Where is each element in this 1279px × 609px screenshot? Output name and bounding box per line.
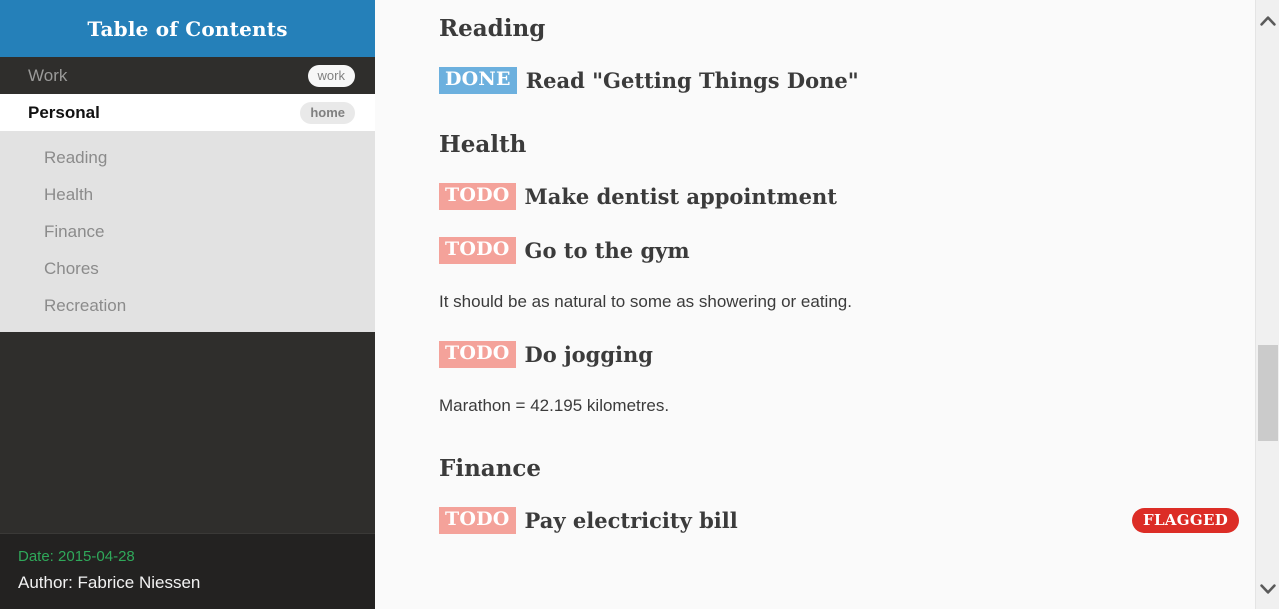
sidebar-item-chores-label: Chores — [44, 258, 99, 278]
toc-sublist: Reading Health Finance Chores Recreation — [0, 131, 375, 332]
scrollbar-track[interactable] — [1256, 30, 1279, 579]
footer-date: Date: 2015-04-28 — [18, 548, 135, 565]
sidebar-item-health[interactable]: Health — [0, 176, 375, 213]
task-item[interactable]: TODO Go to the gym — [439, 237, 1239, 265]
sidebar-item-chores[interactable]: Chores — [0, 250, 375, 287]
sidebar: Table of Contents Work work Personal hom… — [0, 0, 375, 609]
scrollbar-thumb[interactable] — [1258, 345, 1278, 441]
sidebar-item-health-label: Health — [44, 184, 94, 204]
vertical-scrollbar[interactable] — [1255, 0, 1279, 609]
task-keyword-todo[interactable]: TODO — [439, 507, 516, 534]
task-item[interactable]: TODO Do jogging — [439, 341, 1239, 368]
toc-title: Table of Contents — [87, 16, 288, 41]
document-content: Reading DONE Read "Getting Things Done" … — [375, 0, 1279, 609]
sidebar-item-reading-label: Reading — [44, 147, 108, 167]
app-root: Table of Contents Work work Personal hom… — [0, 0, 1279, 609]
task-item[interactable]: TODO Make dentist appointment — [439, 183, 1239, 211]
sidebar-item-personal-label: Personal — [28, 102, 100, 122]
chevron-up-icon — [1260, 15, 1276, 26]
task-keyword-done[interactable]: DONE — [439, 67, 517, 95]
sidebar-tag-home[interactable]: home — [300, 101, 355, 124]
sidebar-item-recreation-label: Recreation — [44, 295, 127, 315]
paragraph: Marathon = 42.195 kilometres. — [439, 395, 670, 415]
task-title: Pay electricity bill — [524, 507, 738, 533]
section-heading-health: Health — [439, 131, 527, 159]
paragraph: It should be as natural to some as showe… — [439, 292, 852, 312]
task-title: Go to the gym — [524, 238, 690, 264]
task-title: Read "Getting Things Done" — [525, 68, 859, 94]
task-title: Make dentist appointment — [524, 184, 837, 210]
sidebar-item-work-label: Work — [28, 65, 68, 85]
sidebar-item-finance-label: Finance — [44, 221, 105, 241]
footer-author: Author: Fabrice Niessen — [18, 573, 201, 592]
sidebar-footer: Date: 2015-04-28 Author: Fabrice Niessen — [0, 533, 375, 609]
toc-body: Work work Personal home Reading Health F… — [0, 57, 375, 433]
scroll-down-button[interactable] — [1256, 577, 1279, 601]
sidebar-item-personal[interactable]: Personal home — [0, 94, 375, 131]
document-body: Reading DONE Read "Getting Things Done" … — [439, 0, 1239, 534]
sidebar-item-work[interactable]: Work work — [0, 57, 375, 94]
sidebar-tag-work[interactable]: work — [307, 64, 355, 87]
task-item[interactable]: TODO Pay electricity bill FLAGGED — [439, 507, 1239, 534]
sidebar-empty-space — [0, 432, 375, 533]
toc-nav-list: Work work Personal home — [0, 57, 375, 131]
task-keyword-todo[interactable]: TODO — [439, 237, 516, 265]
section-heading-finance: Finance — [439, 454, 542, 482]
toc-header: Table of Contents — [0, 0, 375, 57]
task-item[interactable]: DONE Read "Getting Things Done" — [439, 67, 1239, 95]
task-keyword-todo[interactable]: TODO — [439, 341, 516, 368]
sidebar-item-recreation[interactable]: Recreation — [0, 287, 375, 324]
sidebar-item-finance[interactable]: Finance — [0, 213, 375, 250]
task-title: Do jogging — [524, 341, 653, 367]
task-keyword-todo[interactable]: TODO — [439, 183, 516, 211]
status-badge-flagged[interactable]: FLAGGED — [1132, 507, 1239, 534]
scroll-up-button[interactable] — [1256, 8, 1279, 32]
sidebar-item-reading[interactable]: Reading — [0, 139, 375, 176]
chevron-down-icon — [1260, 583, 1276, 594]
section-heading-reading: Reading — [439, 15, 546, 42]
